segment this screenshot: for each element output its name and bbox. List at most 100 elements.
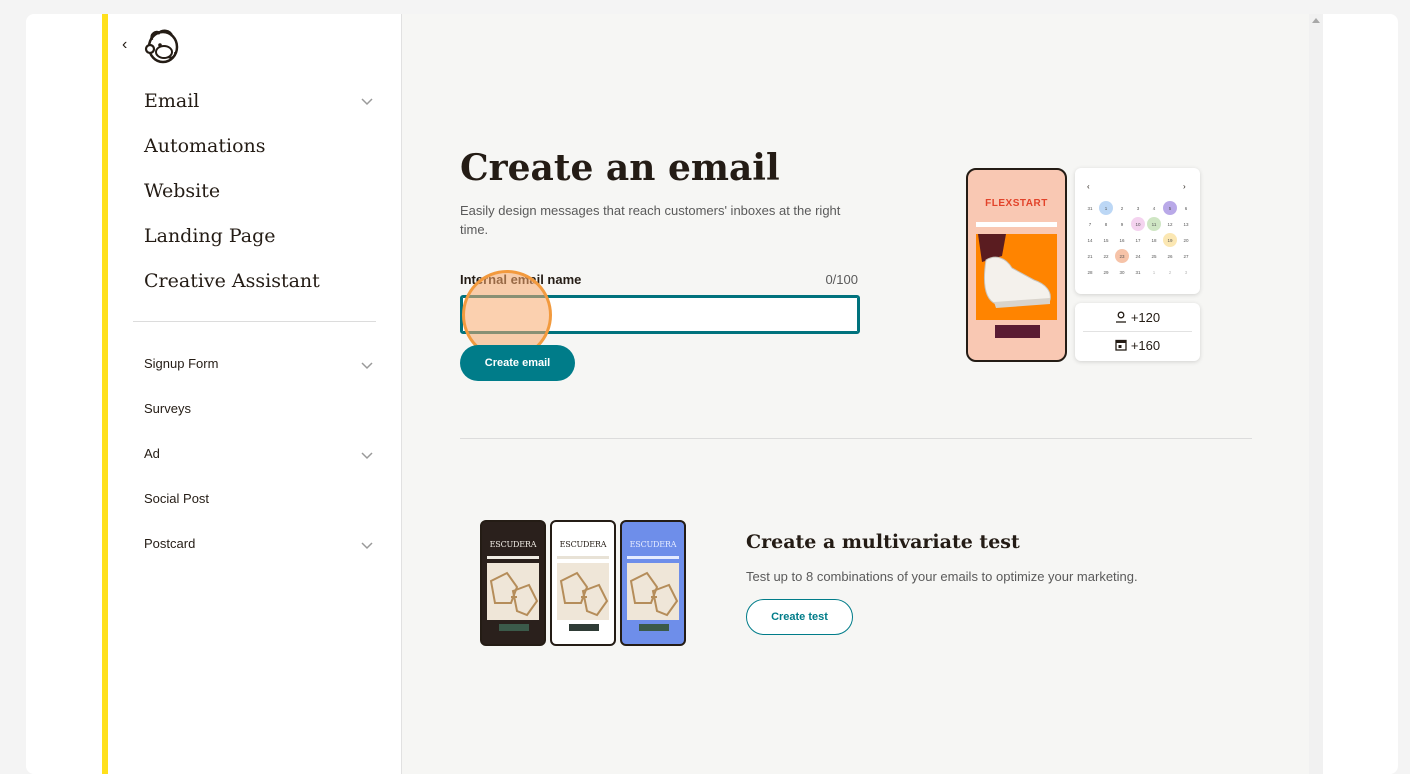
nav-item-landing-page[interactable]: Landing Page: [144, 223, 374, 268]
stat-opens: +120: [1075, 305, 1200, 331]
svg-text:17: 17: [1135, 238, 1141, 243]
glasses-image: [557, 563, 609, 620]
nav-item-social-post[interactable]: Social Post: [144, 490, 374, 535]
svg-text:10: 10: [1135, 222, 1141, 227]
svg-text:15: 15: [1103, 238, 1109, 243]
scrollbar[interactable]: [1309, 14, 1323, 774]
svg-text:30: 30: [1119, 270, 1125, 275]
multivariate-description: Test up to 8 combinations of your emails…: [746, 569, 1138, 584]
nav-item-postcard[interactable]: Postcard: [144, 535, 374, 580]
glasses-image: [627, 563, 679, 620]
stat-clicks-value: +160: [1130, 338, 1161, 353]
variant-bar: [627, 556, 679, 559]
nav-item-website[interactable]: Website: [144, 178, 374, 223]
nav-item-surveys[interactable]: Surveys: [144, 400, 374, 445]
app-frame: ‹ Email Automations Website Landing Page…: [26, 14, 1398, 774]
chevron-down-icon: [361, 98, 373, 106]
variant-button: [569, 624, 599, 631]
svg-text:29: 29: [1103, 270, 1109, 275]
svg-text:9: 9: [1121, 222, 1124, 227]
svg-text:2: 2: [1121, 206, 1124, 211]
variant-brand: ESCUDERA: [629, 540, 677, 549]
svg-text:6: 6: [1185, 206, 1188, 211]
nav-item-label: Social Post: [144, 491, 210, 506]
svg-text:14: 14: [1087, 238, 1093, 243]
nav-item-signup-form[interactable]: Signup Form: [144, 355, 374, 400]
variant-brand: ESCUDERA: [559, 540, 607, 549]
nav-item-label: Website: [144, 180, 221, 202]
nav-item-label: Postcard: [144, 536, 196, 551]
svg-text:3: 3: [1137, 206, 1140, 211]
svg-text:13: 13: [1183, 222, 1189, 227]
stat-clicks: +160: [1075, 333, 1200, 359]
create-email-button[interactable]: Create email: [460, 345, 575, 381]
svg-text:24: 24: [1135, 254, 1141, 259]
secondary-nav: Signup Form Surveys Ad Social Post Postc…: [144, 355, 374, 580]
nav-item-label: Landing Page: [144, 225, 276, 247]
svg-text:20: 20: [1183, 238, 1189, 243]
calendar-illustration: ‹ › 31 1 2 3 4 5 6 7 8 9 10 11 12 13 14 15 16 17 18 19 20 …: [1075, 168, 1200, 294]
main-content: Create an email Easily design messages t…: [401, 14, 1309, 774]
nav-item-label: Automations: [144, 135, 266, 157]
chevron-down-icon: [361, 362, 373, 370]
nav-item-label: Creative Assistant: [144, 270, 320, 292]
chevron-down-icon: [361, 542, 373, 550]
nav-item-ad[interactable]: Ad: [144, 445, 374, 490]
svg-text:26: 26: [1167, 254, 1173, 259]
nav-item-label: Surveys: [144, 401, 191, 416]
calendar-grid: 31 1 2 3 4 5 6 7 8 9 10 11 12 13 14 15 16 17 18 19 20 21 22…: [1087, 201, 1189, 275]
svg-text:25: 25: [1151, 254, 1157, 259]
variant-preview-dark: ESCUDERA: [480, 520, 546, 646]
email-preview-illustration: FLEXSTART: [966, 168, 1067, 362]
nav-item-automations[interactable]: Automations: [144, 133, 374, 178]
variant-brand: ESCUDERA: [489, 540, 537, 549]
svg-text:19: 19: [1167, 238, 1173, 243]
nav-item-label: Signup Form: [144, 356, 219, 371]
svg-text:31: 31: [1135, 270, 1141, 275]
stat-divider: [1083, 331, 1192, 332]
email-name-input[interactable]: [460, 295, 860, 334]
nav-item-label: Ad: [144, 446, 160, 461]
multivariate-title: Create a multivariate test: [746, 531, 1020, 553]
create-test-button[interactable]: Create test: [746, 599, 853, 635]
svg-text:12: 12: [1167, 222, 1173, 227]
variant-button: [639, 624, 669, 631]
nav-item-email[interactable]: Email: [144, 88, 374, 133]
section-divider: [460, 438, 1252, 439]
svg-text:27: 27: [1183, 254, 1189, 259]
illustration-bar: [976, 222, 1057, 227]
email-name-label: Internal email name: [460, 272, 582, 287]
variant-bar: [487, 556, 539, 559]
svg-text:3: 3: [1185, 270, 1188, 275]
svg-text:31: 31: [1087, 206, 1093, 211]
svg-text:28: 28: [1087, 270, 1093, 275]
svg-text:1: 1: [1153, 270, 1156, 275]
scroll-up-icon[interactable]: [1312, 18, 1320, 23]
character-counter: 0/100: [825, 272, 858, 287]
variant-preview-light: ESCUDERA: [550, 520, 616, 646]
illustration-brand: FLEXSTART: [985, 198, 1048, 209]
calendar-icon: [1115, 339, 1127, 351]
page-subtitle: Easily design messages that reach custom…: [460, 203, 841, 237]
primary-nav: Email Automations Website Landing Page C…: [144, 88, 374, 313]
chevron-down-icon: [361, 452, 373, 460]
illustration-button: [995, 325, 1040, 338]
sidebar-divider: [133, 321, 376, 322]
svg-text:18: 18: [1151, 238, 1157, 243]
sneaker-image: [976, 234, 1057, 320]
nav-item-label: Email: [144, 90, 200, 112]
svg-text:16: 16: [1119, 238, 1125, 243]
svg-text:8: 8: [1105, 222, 1108, 227]
svg-text:21: 21: [1087, 254, 1093, 259]
stat-opens-value: +120: [1130, 310, 1161, 325]
page-title: Create an email: [460, 147, 780, 189]
person-icon: [1115, 311, 1126, 323]
nav-item-creative-assistant[interactable]: Creative Assistant: [144, 268, 374, 313]
sidebar: ‹ Email Automations Website Landing Page…: [108, 14, 401, 774]
back-button[interactable]: ‹: [122, 36, 136, 56]
variant-preview-blue: ESCUDERA: [620, 520, 686, 646]
svg-text:4: 4: [1153, 206, 1156, 211]
variant-button: [499, 624, 529, 631]
mailchimp-logo-icon[interactable]: [144, 26, 182, 66]
svg-text:22: 22: [1103, 254, 1109, 259]
